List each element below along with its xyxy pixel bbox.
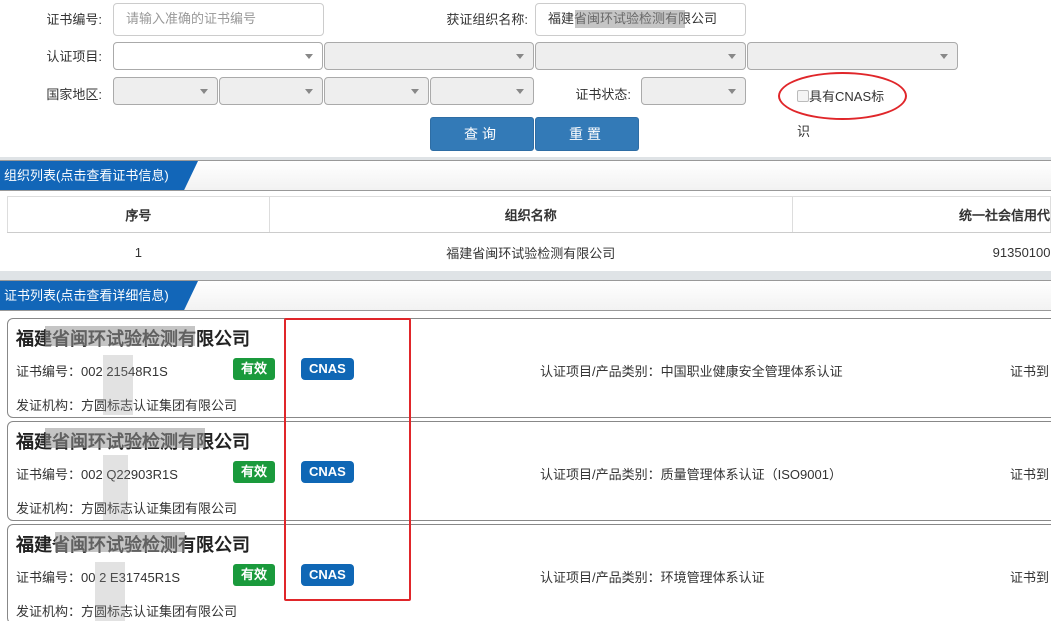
cert-project: 认证项目/产品类别：质量管理体系认证（ISO9001） xyxy=(540,464,842,483)
region-select-3[interactable] xyxy=(324,77,429,105)
project-select-2[interactable] xyxy=(324,42,534,70)
project-value: 环境管理体系认证 xyxy=(660,570,765,585)
table-row[interactable]: 1 福建省闽环试验检测有限公司 91350100 xyxy=(8,233,1051,273)
chevron-down-icon xyxy=(411,89,419,94)
project-prefix: 认证项目/产品类别： xyxy=(540,364,661,379)
cert-no-input[interactable]: 请输入准确的证书编号 xyxy=(113,3,324,36)
row-credit-code: 91350100 xyxy=(992,245,1051,261)
chevron-down-icon xyxy=(516,89,524,94)
project-prefix: 认证项目/产品类别： xyxy=(540,467,661,482)
cert-section-title: 证书列表(点击查看详细信息) xyxy=(0,281,198,310)
region-select-1[interactable] xyxy=(113,77,218,105)
org-section-header: 组织列表(点击查看证书信息) xyxy=(0,160,1051,191)
redaction-blur xyxy=(45,428,205,448)
cnas-checkbox-label-wrap: 识 xyxy=(797,124,811,139)
row-index: 1 xyxy=(134,245,142,261)
redaction-blur xyxy=(575,10,685,28)
project-label: 认证项目: xyxy=(46,49,102,64)
cert-project: 认证项目/产品类别：环境管理体系认证 xyxy=(540,567,765,586)
chevron-down-icon xyxy=(305,54,313,59)
project-value: 质量管理体系认证（ISO9001） xyxy=(660,467,842,482)
cert-expire: 证书到 xyxy=(1010,467,1050,482)
cnas-badge: CNAS xyxy=(301,461,354,483)
annotation-ellipse xyxy=(778,72,907,120)
project-select-1[interactable] xyxy=(113,42,323,70)
col-index: 序号 xyxy=(7,196,270,233)
query-button[interactable]: 查询 xyxy=(430,117,534,151)
cnas-badge: CNAS xyxy=(301,358,354,380)
chevron-down-icon xyxy=(516,54,524,59)
reset-button[interactable]: 重置 xyxy=(535,117,639,151)
project-select-3[interactable] xyxy=(535,42,746,70)
cert-issuer: 发证机构：方圆标志认证集团有限公司 xyxy=(16,601,237,620)
status-select[interactable] xyxy=(641,77,746,105)
cert-number: 证书编号：002 21548R1S xyxy=(16,361,168,380)
row-org-name[interactable]: 福建省闽环试验检测有限公司 xyxy=(269,233,792,273)
chevron-down-icon xyxy=(200,89,208,94)
cert-no-prefix: 证书编号： xyxy=(16,364,82,379)
issuer-prefix: 发证机构： xyxy=(16,501,82,516)
redaction-blur xyxy=(103,455,128,520)
col-credit-code: 统一社会信用代 xyxy=(791,196,1051,233)
org-table: 序号 组织名称 统一社会信用代 1 福建省闽环试验检测有限公司 91350100 xyxy=(7,196,1051,273)
chevron-down-icon xyxy=(940,54,948,59)
cnas-badge: CNAS xyxy=(301,564,354,586)
status-badge: 有效 xyxy=(233,461,276,483)
cert-no-prefix: 证书编号： xyxy=(16,570,82,585)
status-badge: 有效 xyxy=(233,564,276,586)
col-org-name: 组织名称 xyxy=(268,196,793,233)
cert-expire: 证书到 xyxy=(1010,570,1050,585)
chevron-down-icon xyxy=(728,89,736,94)
cert-no-label: 证书编号: xyxy=(46,12,102,27)
cert-no-value: 002 Q22903R1S xyxy=(81,467,178,482)
redaction-blur xyxy=(45,326,195,346)
region-label: 国家地区: xyxy=(46,87,102,102)
region-select-4[interactable] xyxy=(430,77,534,105)
project-select-4[interactable] xyxy=(747,42,958,70)
issuer-prefix: 发证机构： xyxy=(16,398,82,413)
status-badge: 有效 xyxy=(233,358,276,380)
cert-no-prefix: 证书编号： xyxy=(16,467,82,482)
redaction-blur xyxy=(103,355,133,415)
org-section-title: 组织列表(点击查看证书信息) xyxy=(0,161,198,190)
status-label: 证书状态: xyxy=(575,87,631,102)
org-name-label: 获证组织名称: xyxy=(446,12,528,27)
redaction-blur xyxy=(55,532,185,552)
cert-section-header: 证书列表(点击查看详细信息) xyxy=(0,280,1051,311)
cert-project: 认证项目/产品类别：中国职业健康安全管理体系认证 xyxy=(540,361,843,380)
region-select-2[interactable] xyxy=(219,77,323,105)
redaction-blur xyxy=(95,562,125,621)
issuer-prefix: 发证机构： xyxy=(16,604,82,619)
cert-expire: 证书到 xyxy=(1010,364,1050,379)
chevron-down-icon xyxy=(305,89,313,94)
project-value: 中国职业健康安全管理体系认证 xyxy=(660,364,843,379)
project-prefix: 认证项目/产品类别： xyxy=(540,570,661,585)
cert-number: 证书编号：002 Q22903R1S xyxy=(16,464,178,483)
chevron-down-icon xyxy=(728,54,736,59)
